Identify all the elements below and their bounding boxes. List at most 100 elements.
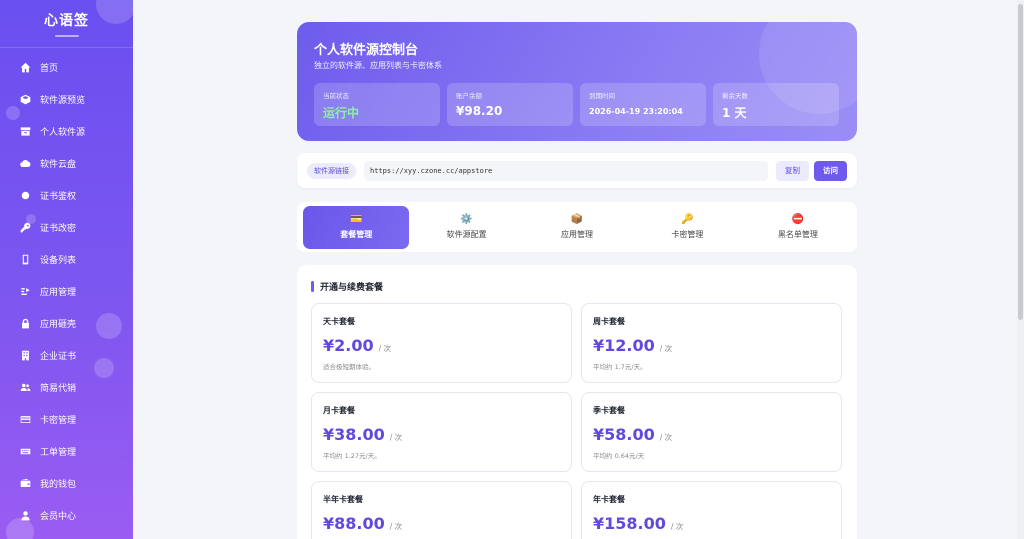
sidebar-item-label: 会员中心: [40, 511, 77, 522]
tab-label: 套餐管理: [340, 230, 373, 239]
wallet-icon: [18, 476, 32, 490]
sidebar-item-label: 工单管理: [40, 447, 77, 458]
no-entry-icon: ⛔: [791, 214, 805, 225]
apps-icon: [18, 284, 32, 298]
users-icon: [18, 380, 32, 394]
sidebar-item-label: 企业证书: [40, 351, 77, 362]
package-price: ¥158.00 / 次: [593, 514, 830, 533]
sidebar-item-app-manage[interactable]: 应用管理: [0, 275, 133, 307]
package-card-year[interactable]: 年卡套餐 ¥158.00 / 次: [581, 481, 842, 539]
sidebar-item-label: 应用砸壳: [40, 319, 77, 330]
package-name: 季卡套餐: [593, 406, 625, 415]
price-unit: / 次: [389, 522, 403, 531]
page-title: 个人软件源控制台: [314, 43, 419, 58]
sidebar-item-label: 软件云盘: [40, 159, 77, 170]
sidebar-item-app-decrypt[interactable]: 应用砸壳: [0, 307, 133, 339]
section-title: 开通与续费套餐: [311, 280, 383, 293]
sidebar-item-wallet[interactable]: 我的钱包: [0, 467, 133, 499]
sidebar-item-ticket-manage[interactable]: 工单管理: [0, 435, 133, 467]
phone-icon: [18, 252, 32, 266]
stat-balance: 账户余额 ¥98.20: [447, 83, 573, 126]
sidebar-item-label: 设备列表: [40, 255, 77, 266]
package-price: ¥2.00 / 次: [323, 336, 560, 355]
tab-label: 软件源配置: [446, 230, 487, 239]
package-card-season[interactable]: 季卡套餐 ¥58.00 / 次 平均约 0.64元/天: [581, 392, 842, 472]
page-subtitle: 独立的软件源、应用列表与卡密体系: [314, 61, 442, 70]
tab-packages[interactable]: 💳 套餐管理: [303, 205, 410, 249]
brand[interactable]: 心语签: [0, 0, 133, 48]
stat-label: 剩余天数: [722, 92, 748, 100]
sidebar-item-label: 证书改密: [40, 223, 77, 234]
sidebar-item-cloud-disk[interactable]: 软件云盘: [0, 147, 133, 179]
archive-icon: [18, 124, 32, 138]
package-price: ¥58.00 / 次: [593, 425, 830, 444]
package-card-day[interactable]: 天卡套餐 ¥2.00 / 次 适合极短期体验。: [311, 303, 572, 383]
stat-label: 到期时间: [589, 92, 615, 100]
sidebar-item-cert-auth[interactable]: 证书鉴权: [0, 179, 133, 211]
lock-icon: [18, 316, 32, 330]
gear-icon: ⚙️: [460, 214, 473, 225]
price-unit: / 次: [670, 522, 684, 531]
stat-status: 当前状态 运行中: [314, 83, 440, 126]
sidebar-item-member-center[interactable]: 会员中心: [0, 499, 133, 531]
tab-card-manage[interactable]: 🔑 卡密管理: [634, 206, 740, 249]
stat-label: 账户余额: [456, 92, 482, 100]
scrollbar-thumb[interactable]: [1018, 4, 1023, 320]
tab-blacklist[interactable]: ⛔ 黑名单管理: [745, 206, 851, 249]
sidebar-item-enterprise-cert[interactable]: 企业证书: [0, 339, 133, 371]
package-name: 月卡套餐: [323, 406, 355, 415]
card-icon: [18, 412, 32, 426]
sidebar-menu: 首页 软件源预览 个人软件源 软件云盘 证书鉴权 证书改密 设备列表 应用管理 …: [0, 51, 133, 531]
copy-button[interactable]: 复制: [776, 160, 809, 181]
sidebar-item-label: 卡密管理: [40, 415, 77, 426]
sidebar-item-cert-password[interactable]: 证书改密: [0, 211, 133, 243]
gear-icon: [18, 188, 32, 202]
page-scrollbar[interactable]: [1017, 0, 1024, 539]
price-amount: ¥38.00: [323, 425, 385, 444]
credit-card-icon: 💳: [349, 214, 363, 225]
price-amount: ¥88.00: [323, 514, 385, 533]
package-card-halfyear[interactable]: 半年卡套餐 ¥88.00 / 次: [311, 481, 572, 539]
sidebar-item-device-list[interactable]: 设备列表: [0, 243, 133, 275]
sidebar-item-label: 个人软件源: [40, 127, 86, 138]
package-desc: 适合极短期体验。: [323, 363, 375, 371]
tab-label: 应用管理: [561, 230, 594, 239]
source-link-bar: 软件源链接 https://xyy.czone.cc/appstore 复制 访…: [297, 153, 857, 188]
key-icon: [18, 220, 32, 234]
package-name: 半年卡套餐: [323, 495, 363, 504]
key-icon: 🔑: [681, 214, 694, 225]
tab-bar: 💳 套餐管理 ⚙️ 软件源配置 📦 应用管理 🔑 卡密管理 ⛔ 黑名单管理: [297, 202, 857, 252]
box-icon: [18, 92, 32, 106]
tab-source-config[interactable]: ⚙️ 软件源配置: [413, 206, 519, 249]
building-icon: [18, 348, 32, 362]
home-icon: [18, 60, 32, 74]
package-price: ¥12.00 / 次: [593, 336, 830, 355]
stat-label: 当前状态: [323, 92, 349, 100]
stat-days-left: 剩余天数 1 天: [713, 83, 839, 126]
package-card-month[interactable]: 月卡套餐 ¥38.00 / 次 平均约 1.27元/天。: [311, 392, 572, 472]
price-unit: / 次: [659, 344, 673, 353]
sidebar-item-label: 首页: [40, 63, 59, 74]
keyboard-icon: [18, 444, 32, 458]
package-name: 周卡套餐: [593, 317, 625, 326]
source-url-field[interactable]: https://xyy.czone.cc/appstore: [364, 160, 768, 181]
package-card-week[interactable]: 周卡套餐 ¥12.00 / 次 平均约 1.7元/天。: [581, 303, 842, 383]
visit-button[interactable]: 访问: [814, 160, 847, 181]
sidebar-item-label: 简易代销: [40, 383, 77, 394]
stats-row: 当前状态 运行中 账户余额 ¥98.20 到期时间 2026-04-19 23:…: [314, 83, 839, 126]
sidebar-item-home[interactable]: 首页: [0, 51, 133, 83]
stat-value: 运行中: [323, 106, 360, 120]
sidebar-item-card-manage[interactable]: 卡密管理: [0, 403, 133, 435]
tab-app-manage[interactable]: 📦 应用管理: [524, 206, 630, 249]
tab-label: 卡密管理: [671, 230, 704, 239]
sidebar-item-personal-source[interactable]: 个人软件源: [0, 115, 133, 147]
sidebar-item-source-preview[interactable]: 软件源预览: [0, 83, 133, 115]
stat-expiry: 到期时间 2026-04-19 23:20:04: [580, 83, 706, 126]
stat-value: 1 天: [722, 106, 747, 120]
price-amount: ¥12.00: [593, 336, 655, 355]
package-desc: 平均约 1.7元/天。: [593, 363, 647, 371]
sidebar-item-resale[interactable]: 简易代销: [0, 371, 133, 403]
stat-value: 2026-04-19 23:20:04: [589, 107, 683, 116]
brand-title: 心语签: [44, 13, 89, 29]
console-hero: 个人软件源控制台 独立的软件源、应用列表与卡密体系 当前状态 运行中 账户余额 …: [297, 22, 857, 141]
